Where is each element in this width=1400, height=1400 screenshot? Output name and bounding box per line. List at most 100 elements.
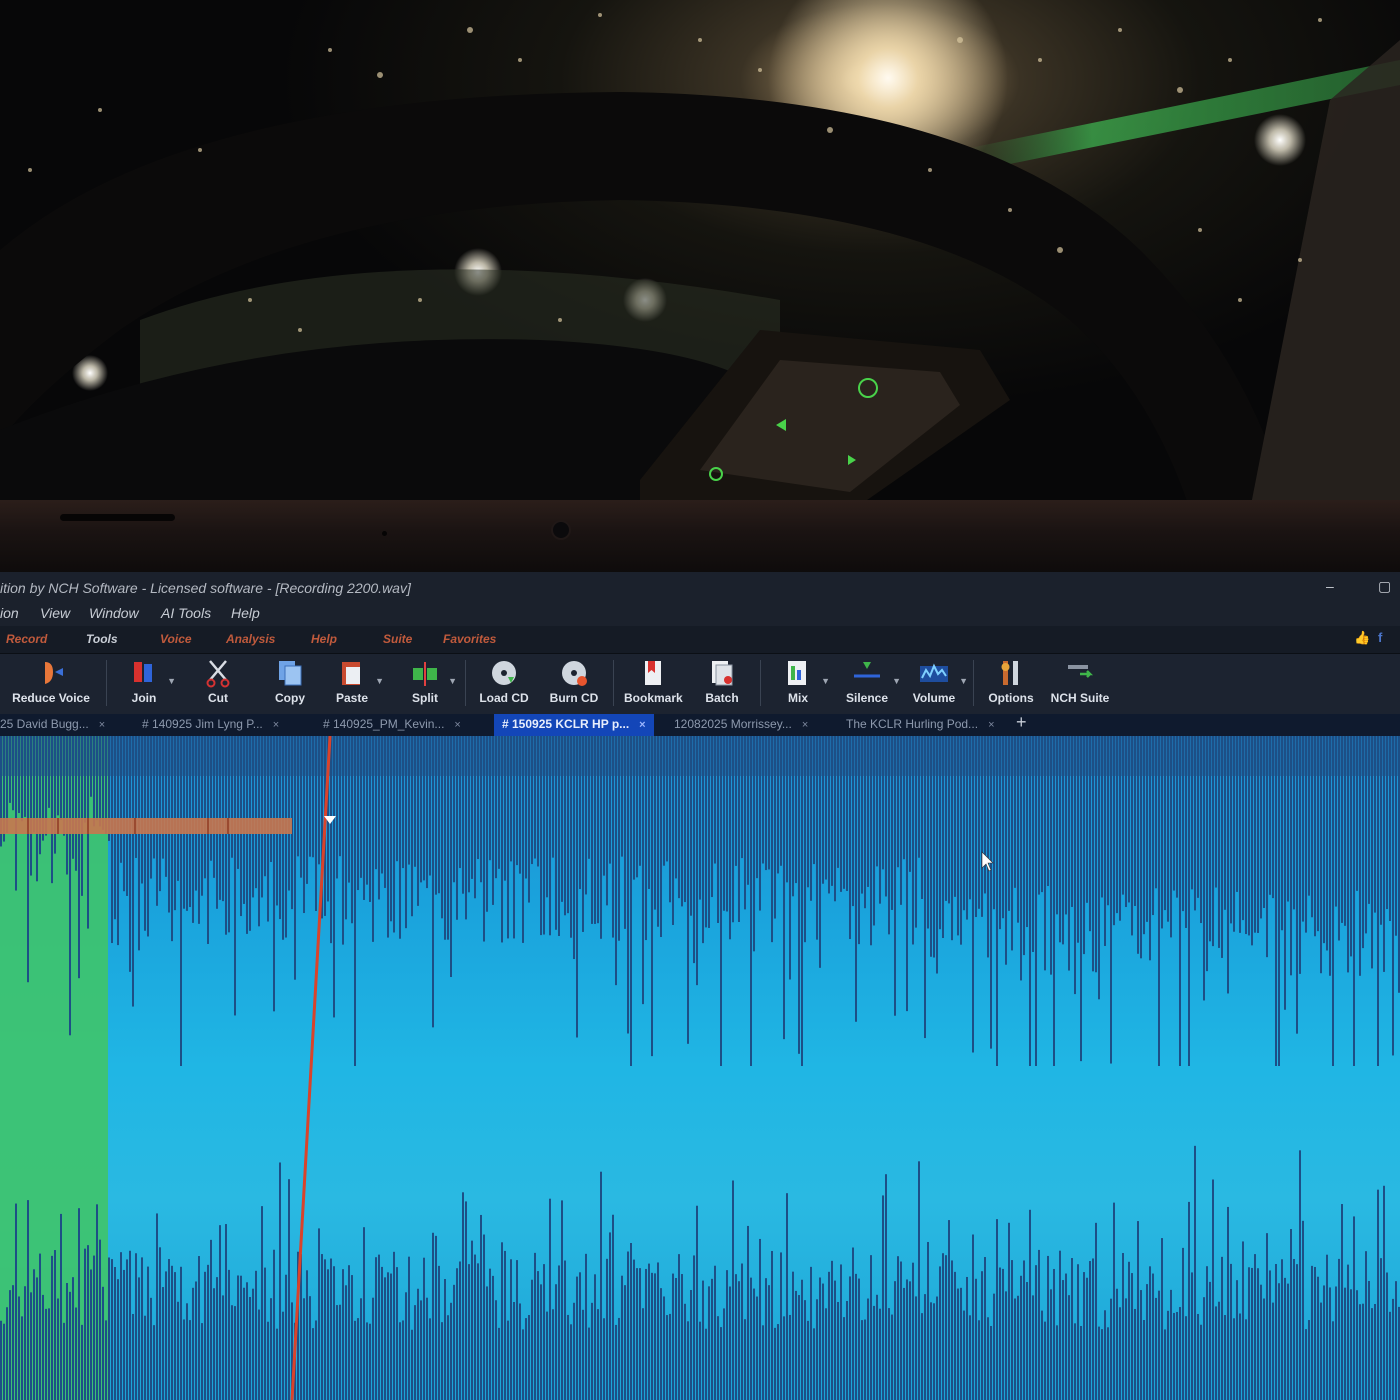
tab-suite[interactable]: Suite (383, 632, 412, 646)
join-dropdown-arrow[interactable]: ▼ (167, 676, 176, 686)
burn-cd-button[interactable]: Burn CD (548, 658, 600, 712)
waveform-sample (144, 1315, 146, 1400)
waveform-sample (360, 736, 362, 878)
waveform-sample (1185, 1316, 1187, 1400)
waveform-sample (1266, 736, 1268, 958)
file-tab-active[interactable]: # 150925 KCLR HP p... × (494, 714, 654, 736)
waveform-sample (801, 1279, 803, 1400)
reduce-voice-button[interactable]: Reduce Voice (8, 658, 94, 712)
waveform-sample (597, 1309, 599, 1400)
load-cd-icon (492, 661, 516, 685)
copy-button[interactable]: Copy (270, 658, 310, 712)
waveform-sample (240, 1275, 242, 1400)
file-tab[interactable]: # 140925 Jim Lyng P... × (134, 714, 287, 736)
paste-button[interactable]: Paste ▼ (332, 658, 384, 712)
silence-button[interactable]: Silence ▼ (845, 658, 901, 712)
waveform-sample (186, 1303, 188, 1400)
options-button[interactable]: Options (988, 658, 1034, 712)
maximize-button[interactable]: ▢ (1378, 578, 1391, 595)
mix-dropdown-arrow[interactable]: ▼ (821, 676, 830, 686)
waveform-sample (585, 736, 587, 895)
load-cd-button[interactable]: Load CD (478, 658, 530, 712)
waveform-sample (618, 1317, 620, 1400)
paste-dropdown-arrow[interactable]: ▼ (375, 676, 384, 686)
waveform-channel-right[interactable] (0, 1145, 1400, 1400)
waveform-sample (1014, 1298, 1016, 1400)
mix-button[interactable]: Mix ▼ (778, 658, 830, 712)
waveform-channel-left[interactable] (0, 736, 1400, 1066)
waveform-sample (1029, 1209, 1031, 1400)
region-marker-bar[interactable] (0, 818, 292, 834)
menu-ai-tools[interactable]: AI Tools (161, 605, 211, 621)
menu-view[interactable]: View (40, 605, 70, 621)
waveform-sample (306, 736, 308, 884)
waveform-sample (135, 1253, 137, 1400)
waveform-sample (561, 1200, 563, 1400)
waveform-sample (516, 736, 518, 866)
waveform-sample (960, 736, 962, 945)
split-dropdown-arrow[interactable]: ▼ (448, 676, 457, 686)
facebook-icon[interactable]: f (1378, 630, 1392, 646)
tab-analysis[interactable]: Analysis (226, 632, 275, 646)
file-tab[interactable]: The KCLR Hurling Pod... × (838, 714, 1003, 736)
waveform-sample (1149, 736, 1151, 961)
tab-favorites[interactable]: Favorites (443, 632, 496, 646)
close-tab-icon[interactable]: × (99, 719, 105, 731)
silence-dropdown-arrow[interactable]: ▼ (892, 676, 901, 686)
bookmark-button[interactable]: Bookmark (624, 658, 683, 712)
menu-help[interactable]: Help (231, 605, 260, 621)
like-icon[interactable]: 👍 (1354, 630, 1370, 646)
batch-icon (712, 661, 733, 686)
volume-button[interactable]: Volume ▼ (912, 658, 968, 712)
close-tab-icon[interactable]: × (639, 719, 645, 731)
waveform-sample (1305, 1329, 1307, 1400)
file-tab[interactable]: 12082025 Morrissey... × (666, 714, 816, 736)
waveform-sample (1338, 1258, 1340, 1400)
paste-label: Paste (335, 691, 369, 705)
volume-dropdown-arrow[interactable]: ▼ (959, 676, 968, 686)
join-button[interactable]: Join ▼ (124, 658, 176, 712)
minimize-button[interactable]: – (1326, 578, 1334, 594)
waveform-editor[interactable] (0, 736, 1400, 1400)
waveform-sample (120, 1252, 122, 1400)
menu-region[interactable]: ion (0, 605, 19, 621)
file-tab[interactable]: # 140925_PM_Kevin... × (315, 714, 469, 736)
waveform-sample (1122, 736, 1124, 895)
waveform-sample (1290, 736, 1292, 976)
close-tab-icon[interactable]: × (988, 719, 994, 731)
tab-tools[interactable]: Tools (86, 632, 118, 646)
waveform-sample (1239, 1313, 1241, 1400)
file-tab[interactable]: 25 David Bugg... × (0, 714, 113, 736)
waveform-sample (1248, 736, 1250, 936)
tab-record[interactable]: Record (6, 632, 47, 646)
waveform-sample (1101, 1329, 1103, 1400)
waveform-sample (1038, 736, 1040, 895)
waveform-sample (927, 1241, 929, 1400)
new-tab-button[interactable]: + (1016, 712, 1027, 733)
tab-voice[interactable]: Voice (160, 632, 192, 646)
waveform-sample (615, 1324, 617, 1400)
split-button[interactable]: Split ▼ (405, 658, 457, 712)
waveform-sample (630, 736, 632, 1066)
waveform-sample (282, 1311, 284, 1400)
batch-button[interactable]: Batch (702, 658, 742, 712)
waveform-sample (444, 736, 446, 940)
waveform-sample (675, 1278, 677, 1400)
close-tab-icon[interactable]: × (273, 719, 279, 731)
waveform-sample (600, 736, 602, 939)
waveform-sample (840, 736, 842, 892)
waveform-sample (783, 736, 785, 1040)
nch-suite-button[interactable]: NCH Suite (1050, 658, 1110, 712)
menu-window[interactable]: Window (89, 605, 139, 621)
waveform-sample (759, 736, 761, 911)
waveform-sample (570, 736, 572, 938)
tab-help[interactable]: Help (311, 632, 337, 646)
cut-button[interactable]: Cut (198, 658, 238, 712)
close-tab-icon[interactable]: × (454, 719, 460, 731)
waveform-sample (603, 1318, 605, 1400)
waveform-sample (576, 1276, 578, 1400)
waveform-sample (1188, 1201, 1190, 1400)
close-tab-icon[interactable]: × (802, 719, 808, 731)
waveform-sample (1095, 1222, 1097, 1400)
waveform-sample (93, 736, 95, 827)
